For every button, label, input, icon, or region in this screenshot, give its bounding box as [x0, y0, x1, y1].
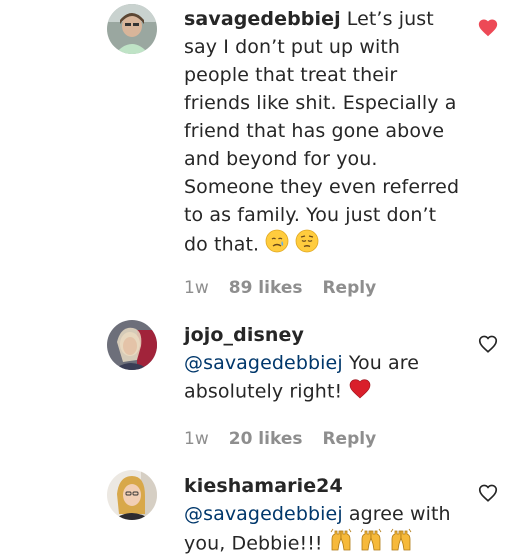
sad-relieved-face-emoji: [265, 229, 289, 261]
like-heart-icon[interactable]: [477, 333, 499, 355]
raising-hands-emoji: [389, 528, 413, 560]
avatar[interactable]: [107, 4, 157, 54]
comment-time: 1w: [184, 429, 209, 449]
comment-body: kieshamarie24 @savagedebbiej agree with …: [184, 472, 464, 560]
comment-likes[interactable]: 20 likes: [229, 429, 303, 449]
reply-button[interactable]: Reply: [322, 429, 376, 449]
comment-username[interactable]: jojo_disney: [184, 324, 304, 346]
avatar[interactable]: [107, 470, 157, 520]
comment-username[interactable]: savagedebbiej: [184, 8, 341, 30]
mention-link[interactable]: @savagedebbiej: [184, 503, 343, 525]
comment-text: Let’s just say I don’t put up with peopl…: [184, 8, 460, 256]
pensive-face-emoji: [295, 229, 319, 261]
mention-link[interactable]: @savagedebbiej: [184, 352, 343, 374]
comment-meta: 1w 20 likes Reply: [184, 429, 396, 449]
like-heart-icon[interactable]: [477, 17, 499, 39]
comment-meta: 1w 89 likes Reply: [184, 278, 396, 298]
avatar[interactable]: [107, 320, 157, 370]
raising-hands-emoji: [329, 528, 353, 560]
comment-body: savagedebbiej Let’s just say I don’t put …: [184, 5, 464, 261]
reply-button[interactable]: Reply: [322, 278, 376, 298]
comment-username[interactable]: kieshamarie24: [184, 475, 343, 497]
comment-likes[interactable]: 89 likes: [229, 278, 303, 298]
raising-hands-emoji: [359, 528, 383, 560]
comment-body: jojo_disney @savagedebbiej You are absol…: [184, 321, 464, 407]
red-heart-emoji: [348, 377, 372, 407]
comment-time: 1w: [184, 278, 209, 298]
like-heart-icon[interactable]: [477, 482, 499, 504]
